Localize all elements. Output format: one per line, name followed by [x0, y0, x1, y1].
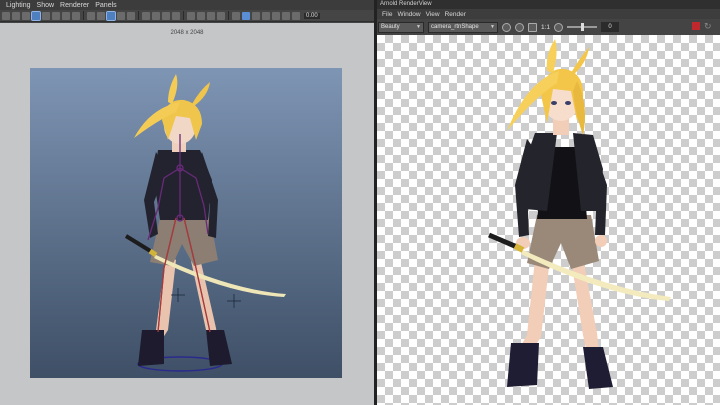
settings-gear-icon[interactable]	[292, 11, 300, 20]
toolbar-divider	[183, 11, 184, 20]
antialiasing-icon[interactable]	[162, 11, 170, 20]
lock-camera-icon[interactable]	[12, 11, 20, 20]
textured-icon[interactable]	[117, 11, 125, 20]
field-chart-icon[interactable]	[62, 11, 70, 20]
menu-file[interactable]: File	[382, 11, 392, 18]
refresh-icon[interactable]: ↻	[704, 21, 714, 31]
zoom-ratio[interactable]: 1:1	[541, 24, 550, 31]
smooth-shade-icon[interactable]	[106, 10, 116, 21]
resolution-label: 2048 x 2048	[170, 30, 204, 36]
lighting-icon[interactable]	[127, 11, 135, 20]
perspective-viewport[interactable]: 2048 x 2048	[0, 23, 374, 405]
toolbar-divider	[138, 11, 139, 20]
xray-joints-icon[interactable]	[207, 11, 215, 20]
aov-select[interactable]: Beauty ▼	[378, 21, 424, 33]
menu-window[interactable]: Window	[397, 11, 420, 18]
menu-view[interactable]: View	[426, 11, 440, 18]
rendered-character-image	[488, 39, 671, 389]
viewport-menu-bar: Lighting Show Renderer Panels	[0, 0, 374, 10]
camera-select-value: camera_rtnShape	[431, 24, 479, 30]
exposure-slider-handle[interactable]	[581, 23, 585, 31]
exposure-field[interactable]: 0	[601, 22, 620, 32]
stop-icon[interactable]	[692, 22, 700, 30]
bookmark-icon[interactable]	[22, 11, 30, 20]
chevron-down-icon: ▼	[490, 24, 495, 30]
exposure-slider[interactable]	[567, 23, 598, 31]
menu-show[interactable]: Show	[37, 2, 55, 9]
character-rig-drawing	[124, 74, 286, 372]
renderview-title: Arnold RenderView	[377, 0, 720, 9]
menu-renderer[interactable]: Renderer	[60, 2, 89, 9]
toolbar-divider	[228, 11, 229, 20]
image-plane-icon[interactable]	[272, 11, 280, 20]
arnold-renderview-window: Arnold RenderView File Window View Rende…	[377, 0, 720, 405]
menu-render[interactable]: Render	[445, 11, 466, 18]
renderview-menu-bar: File Window View Render	[377, 9, 720, 19]
isolate-select-icon[interactable]	[187, 11, 195, 20]
exposure-icon[interactable]	[554, 22, 564, 32]
render-canvas[interactable]	[377, 35, 720, 405]
color-space-icon[interactable]	[282, 11, 290, 20]
xray-icon[interactable]	[197, 11, 205, 20]
shadows-icon[interactable]	[142, 11, 150, 20]
menu-panels[interactable]: Panels	[95, 2, 116, 9]
grid-icon[interactable]	[87, 11, 95, 20]
film-gate-icon[interactable]	[31, 10, 41, 21]
wireframe-icon[interactable]	[97, 11, 105, 20]
color-management-icon[interactable]	[252, 11, 260, 20]
camera-icon[interactable]	[262, 11, 270, 20]
backface-culling-icon[interactable]	[217, 11, 225, 20]
ambient-occlusion-icon[interactable]	[152, 11, 160, 20]
viewport-exposure-field[interactable]: 0.00	[304, 12, 320, 19]
depth-of-field-icon[interactable]	[172, 11, 180, 20]
checker-background-icon[interactable]	[528, 22, 537, 32]
viewport-toolbar: 0.00	[0, 10, 374, 22]
resolution-gate	[30, 68, 342, 378]
gate-mask-icon[interactable]	[52, 11, 60, 20]
maya-viewport-panel: Lighting Show Renderer Panels 0.00 2048 …	[0, 0, 374, 405]
select-camera-icon[interactable]	[2, 11, 10, 20]
exposure-icon[interactable]	[232, 11, 240, 20]
menu-lighting[interactable]: Lighting	[6, 2, 31, 9]
toolbar-divider	[83, 11, 84, 20]
safe-action-icon[interactable]	[72, 11, 80, 20]
aov-select-value: Beauty	[381, 24, 400, 30]
rgb-channel-icon[interactable]	[502, 22, 511, 32]
resolution-gate-icon[interactable]	[42, 11, 50, 20]
camera-select[interactable]: camera_rtnShape ▼	[428, 21, 498, 33]
gamma-icon[interactable]	[242, 11, 250, 20]
chevron-down-icon: ▼	[416, 24, 421, 30]
alpha-channel-icon[interactable]	[515, 22, 524, 32]
renderview-toolbar: Beauty ▼ camera_rtnShape ▼ 1:1 0	[377, 19, 720, 35]
